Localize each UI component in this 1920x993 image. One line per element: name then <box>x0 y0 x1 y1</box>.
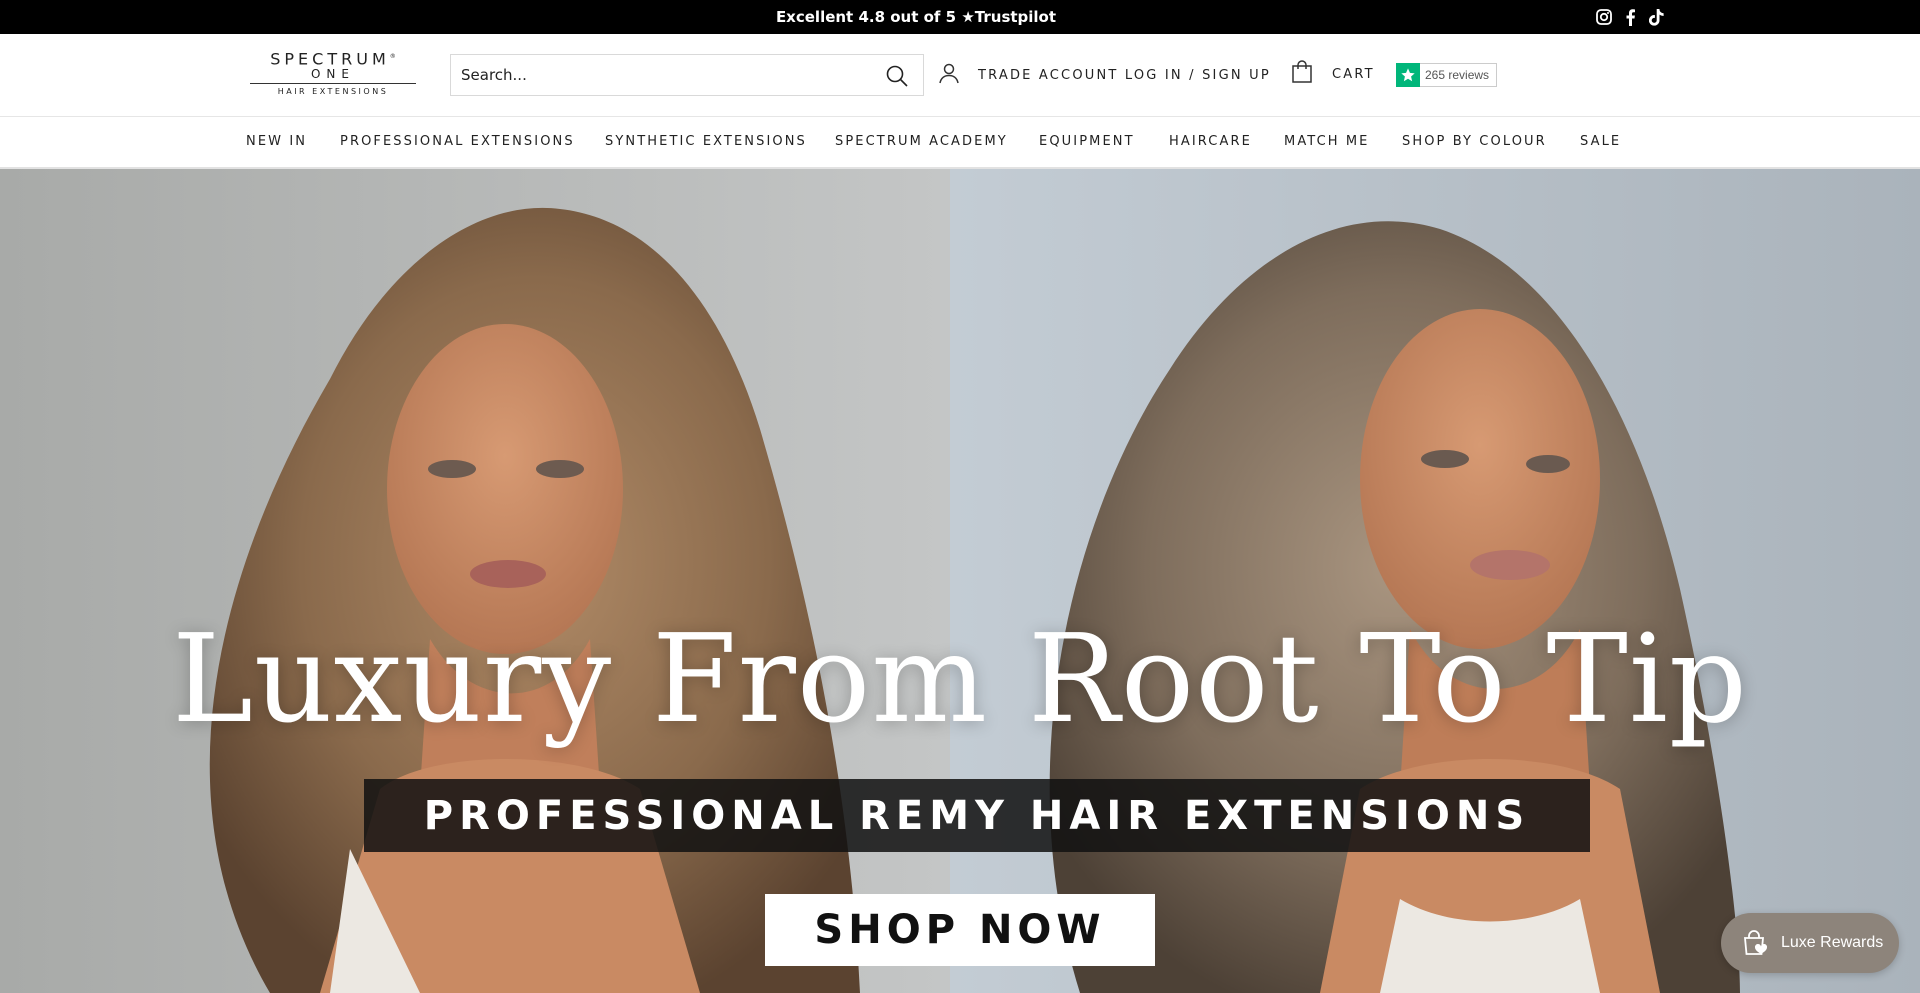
trustpilot-rating-text[interactable]: Excellent 4.8 out of 5 ★Trustpilot <box>0 0 1832 34</box>
hero-banner[interactable]: Luxury From Root To Tip PROFESSIONAL REM… <box>0 169 1920 993</box>
brand-logo[interactable]: SPECTRUM® ONE HAIR EXTENSIONS <box>250 48 416 102</box>
search-icon[interactable] <box>885 64 909 88</box>
shop-now-label: SHOP NOW <box>814 907 1106 953</box>
nav-haircare[interactable]: HAIRCARE <box>1169 117 1252 167</box>
nav-sale[interactable]: SALE <box>1580 117 1621 167</box>
hero-image <box>0 169 1920 993</box>
search-box <box>450 54 924 96</box>
logo-line3: HAIR EXTENSIONS <box>277 87 389 97</box>
nav-professional-extensions[interactable]: PROFESSIONAL EXTENSIONS <box>340 117 575 167</box>
tiktok-icon[interactable] <box>1645 6 1667 28</box>
logo-divider <box>250 83 416 85</box>
luxe-rewards-label: Luxe Rewards <box>1781 934 1884 951</box>
announcement-bar: Excellent 4.8 out of 5 ★Trustpilot <box>0 0 1920 34</box>
nav-shop-by-colour[interactable]: SHOP BY COLOUR <box>1402 117 1547 167</box>
hero-subtitle: PROFESSIONAL REMY HAIR EXTENSIONS <box>423 792 1531 839</box>
user-icon <box>938 62 960 89</box>
logo-line1: SPECTRUM <box>270 49 390 69</box>
trade-account-label: TRADE ACCOUNT LOG IN / SIGN UP <box>978 67 1271 83</box>
hero-subtitle-banner: PROFESSIONAL REMY HAIR EXTENSIONS <box>364 779 1590 852</box>
site-header: SPECTRUM® ONE HAIR EXTENSIONS TRADE ACCO… <box>0 34 1920 117</box>
nav-new-in[interactable]: NEW IN <box>246 117 307 167</box>
facebook-icon[interactable] <box>1619 6 1641 28</box>
shopping-bag-heart-icon <box>1739 928 1769 958</box>
trustpilot-review-count: 265 reviews <box>1425 68 1490 82</box>
cart-label: CART <box>1332 66 1375 82</box>
nav-spectrum-academy[interactable]: SPECTRUM ACADEMY <box>835 117 1008 167</box>
trustpilot-star-icon <box>1396 63 1420 87</box>
shop-now-button[interactable]: SHOP NOW <box>765 894 1155 966</box>
logo-line2: ONE <box>310 67 355 82</box>
nav-match-me[interactable]: MATCH ME <box>1284 117 1370 167</box>
cart-link[interactable]: CART <box>1290 59 1375 89</box>
hero-title: Luxury From Root To Tip <box>171 608 1749 750</box>
bag-icon <box>1290 59 1314 89</box>
nav-equipment[interactable]: EQUIPMENT <box>1039 117 1135 167</box>
main-nav: NEW IN PROFESSIONAL EXTENSIONS SYNTHETIC… <box>0 117 1920 169</box>
trade-account-link[interactable]: TRADE ACCOUNT LOG IN / SIGN UP <box>938 63 1271 87</box>
luxe-rewards-button[interactable]: Luxe Rewards <box>1721 913 1899 973</box>
trustpilot-badge[interactable]: 265 reviews <box>1396 63 1497 87</box>
nav-synthetic-extensions[interactable]: SYNTHETIC EXTENSIONS <box>605 117 807 167</box>
search-input[interactable] <box>451 55 871 95</box>
instagram-icon[interactable] <box>1593 6 1615 28</box>
